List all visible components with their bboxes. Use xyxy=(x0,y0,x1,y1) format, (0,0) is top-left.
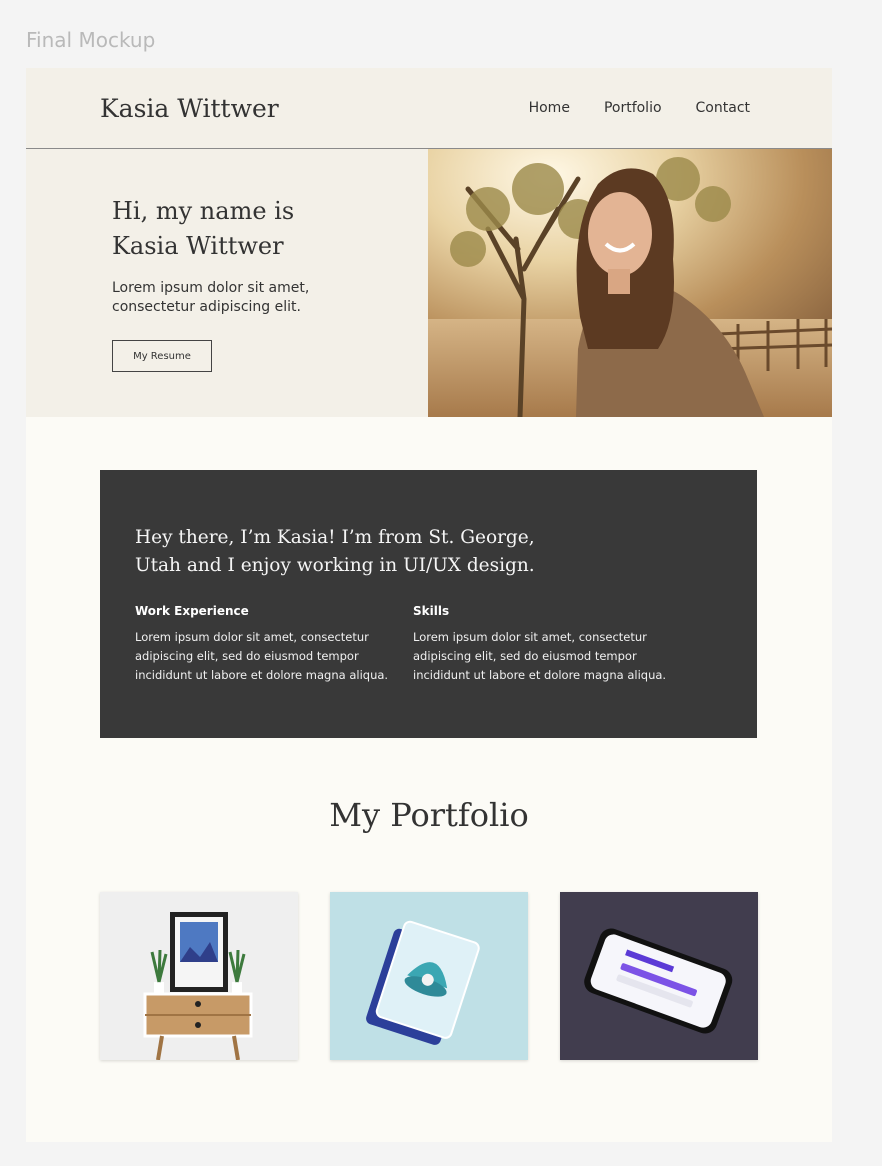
nav-home[interactable]: Home xyxy=(529,100,570,116)
about-title: Hey there, I’m Kasia! I’m from St. Georg… xyxy=(135,527,535,576)
portfolio-card-playing-cards[interactable] xyxy=(330,892,528,1060)
about-section: Hey there, I’m Kasia! I’m from St. Georg… xyxy=(100,470,757,738)
hero-title-line2: Kasia Wittwer xyxy=(112,232,284,260)
playing-cards-mockup-image xyxy=(330,892,528,1060)
hero-portrait-photo xyxy=(428,149,832,417)
portfolio-card-poster[interactable] xyxy=(100,892,298,1060)
hero-section: Hi, my name is Kasia Wittwer Lorem ipsum… xyxy=(26,149,832,417)
phone-mockup-image xyxy=(560,892,758,1060)
nav-contact[interactable]: Contact xyxy=(696,100,750,116)
work-experience-column: Work Experience Lorem ipsum dolor sit am… xyxy=(135,604,405,685)
hero-text: Lorem ipsum dolor sit amet, consectetur … xyxy=(112,280,310,315)
portfolio-card-phone-app[interactable] xyxy=(560,892,758,1060)
portfolio-title: My Portfolio xyxy=(329,796,529,834)
skills-text: Lorem ipsum dolor sit amet, consectetur … xyxy=(413,630,667,682)
work-experience-heading: Work Experience xyxy=(135,604,249,618)
brand-name[interactable]: Kasia Wittwer xyxy=(100,94,279,123)
skills-column: Skills Lorem ipsum dolor sit amet, conse… xyxy=(413,604,683,685)
mockup-page: Kasia Wittwer Home Portfolio Contact Hi,… xyxy=(26,68,832,1142)
frame-label: Final Mockup xyxy=(26,28,156,52)
nav-portfolio[interactable]: Portfolio xyxy=(604,100,662,116)
poster-mockup-image xyxy=(100,892,298,1060)
resume-button[interactable]: My Resume xyxy=(112,340,212,372)
skills-heading: Skills xyxy=(413,604,450,618)
hero-title-line1: Hi, my name is xyxy=(112,197,295,225)
work-experience-text: Lorem ipsum dolor sit amet, consectetur … xyxy=(135,630,389,682)
site-header: Kasia Wittwer Home Portfolio Contact xyxy=(26,68,832,149)
main-nav: Home Portfolio Contact xyxy=(529,100,750,116)
hero-title: Hi, my name is Kasia Wittwer xyxy=(112,194,372,264)
